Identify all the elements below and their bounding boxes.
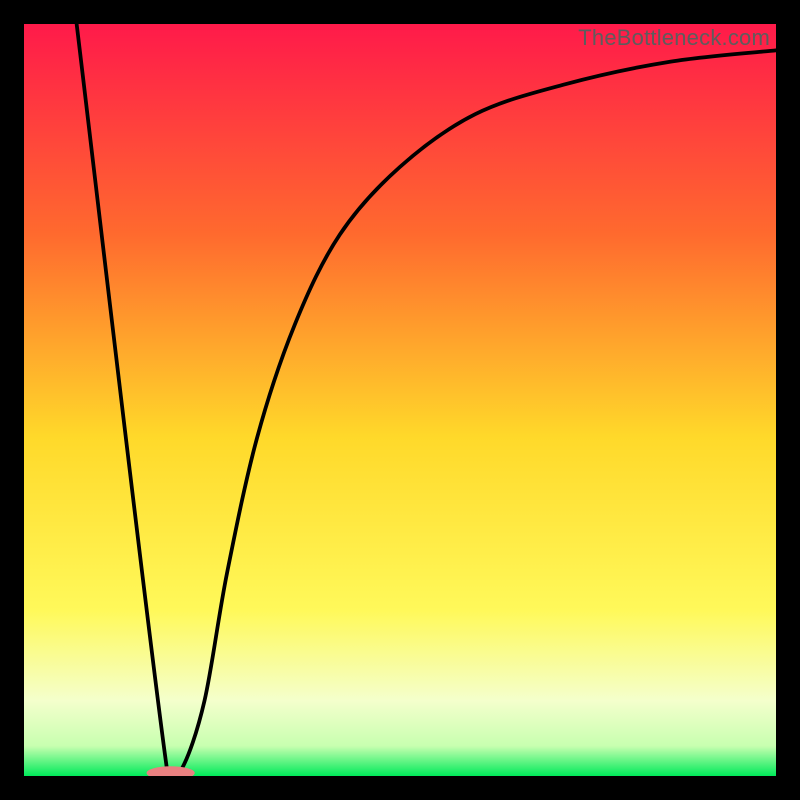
chart-frame: TheBottleneck.com	[0, 0, 800, 800]
gradient-bg	[24, 24, 776, 776]
chart-svg	[24, 24, 776, 776]
